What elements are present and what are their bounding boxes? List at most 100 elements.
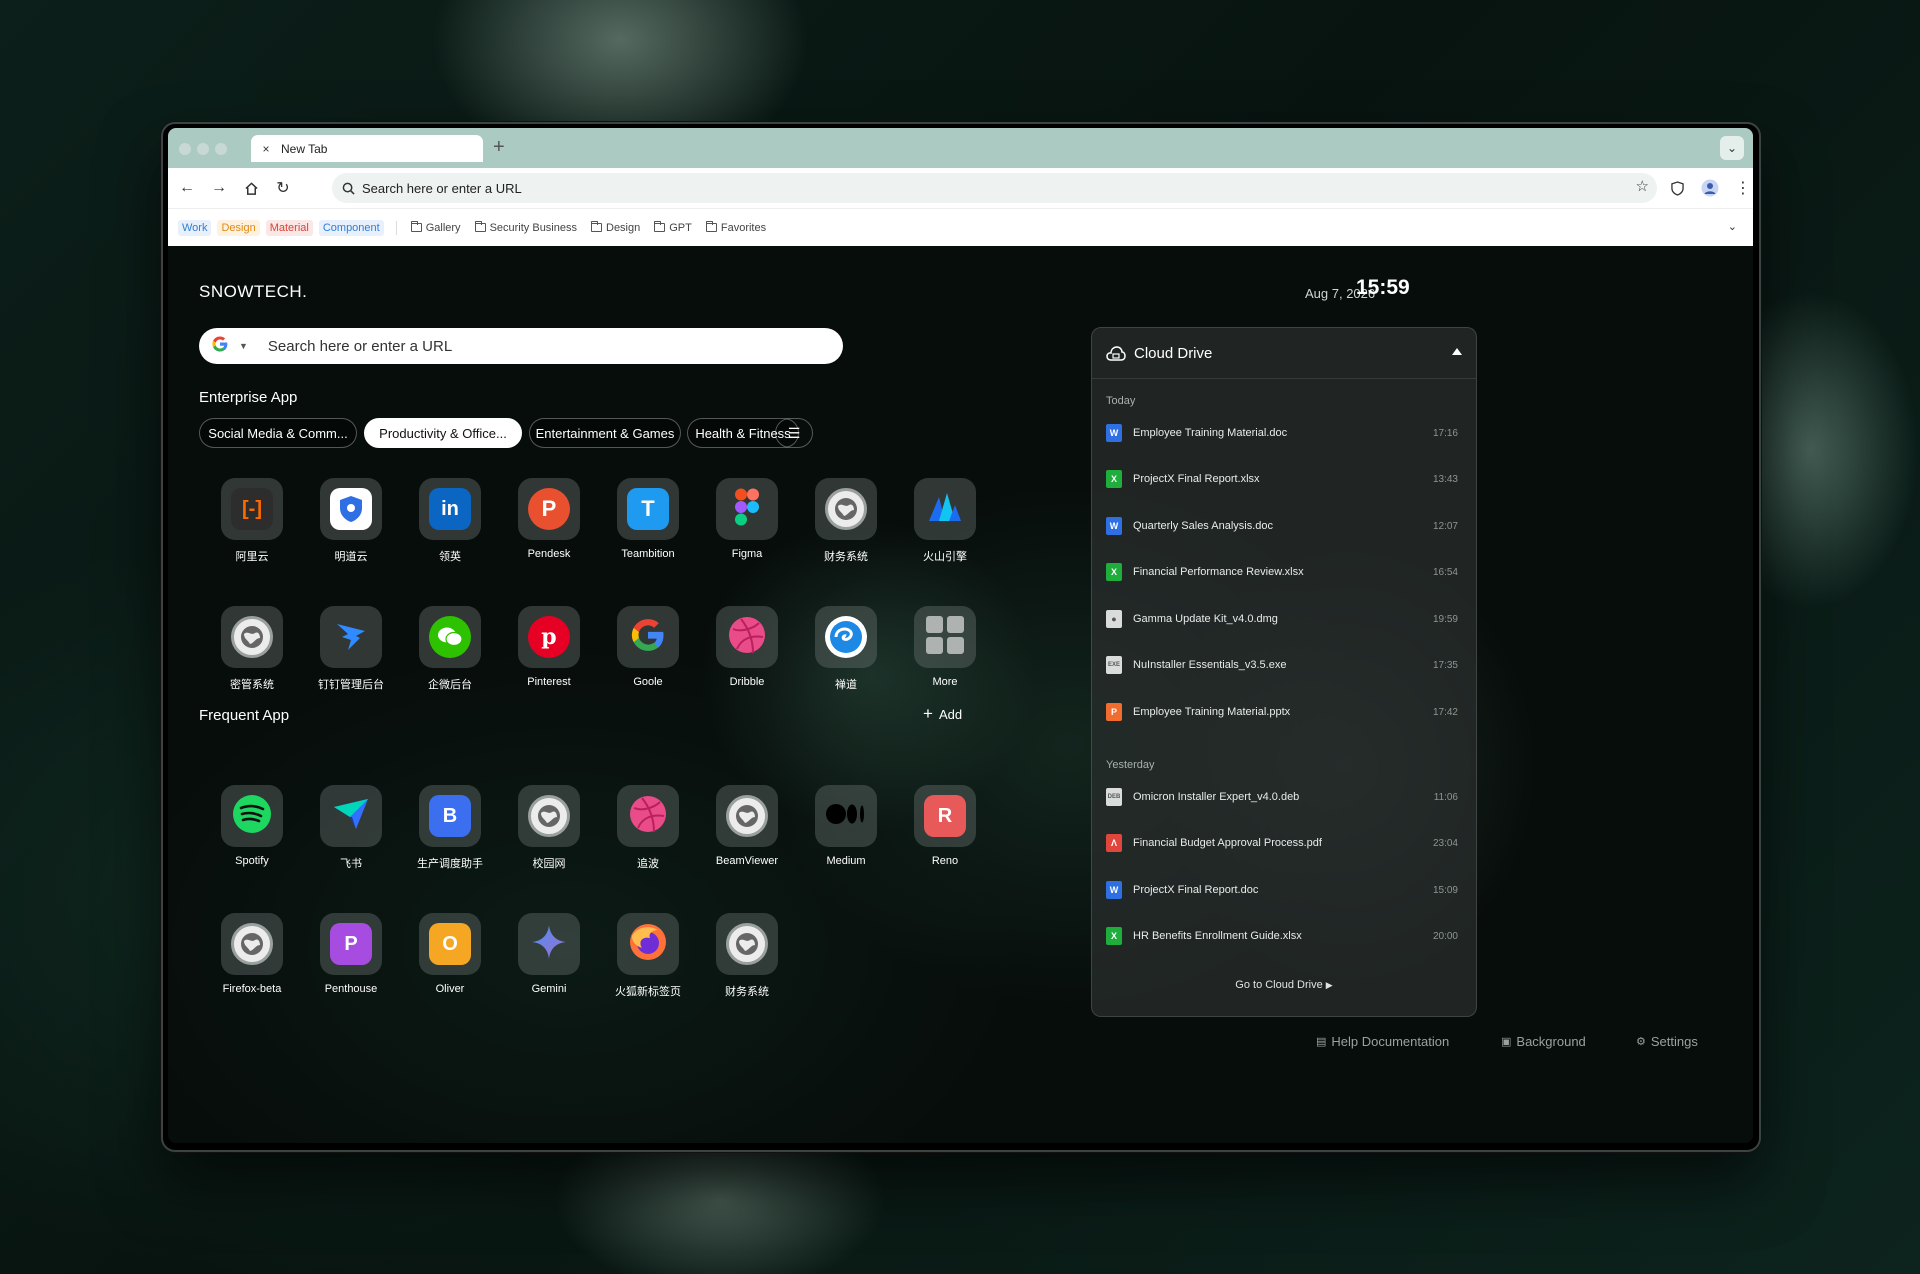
- app-aliyun[interactable]: [-] 阿里云: [203, 478, 301, 564]
- category-tab-entertainment[interactable]: Entertainment & Games: [529, 418, 681, 448]
- app-volcengine[interactable]: 火山引擎: [896, 478, 994, 564]
- file-row[interactable]: DEB Omicron Installer Expert_v4.0.deb 11:0…: [1106, 786, 1464, 808]
- add-app-button[interactable]: + Add: [923, 704, 962, 724]
- close-window-button[interactable]: [179, 143, 191, 155]
- dingtalk-icon: [334, 618, 368, 657]
- back-arrow-icon[interactable]: ←: [174, 175, 200, 201]
- bookmark-star-icon[interactable]: ☆: [1636, 177, 1649, 195]
- file-row[interactable]: P Employee Training Material.pptx 17:42: [1106, 701, 1464, 723]
- bookmark-chip-material[interactable]: Material: [265, 219, 313, 236]
- bookmark-folder-design[interactable]: Design: [591, 221, 640, 234]
- tab-close-icon[interactable]: ×: [260, 142, 272, 156]
- app-finance-system-2[interactable]: 财务系统: [698, 913, 796, 999]
- app-label: 飞书: [340, 858, 362, 870]
- help-documentation-link[interactable]: ▤ Help Documentation: [1316, 1034, 1449, 1049]
- medium-icon: [826, 803, 866, 830]
- add-label: Add: [938, 706, 963, 722]
- app-oliver[interactable]: O Oliver: [401, 913, 499, 999]
- bookmark-folder-gallery[interactable]: Gallery: [410, 221, 461, 234]
- menu-kebab-icon[interactable]: ⋮: [1730, 175, 1753, 201]
- category-tab-productivity[interactable]: Productivity & Office...: [364, 418, 522, 448]
- new-tab-button[interactable]: +: [493, 133, 505, 161]
- app-medium[interactable]: Medium: [797, 785, 895, 871]
- bookmarks-chevron-down-icon[interactable]: ⌄: [1728, 220, 1737, 233]
- app-teambition[interactable]: T Teambition: [599, 478, 697, 564]
- deb-file-icon: DEB: [1106, 788, 1122, 806]
- gemini-icon: [531, 924, 567, 965]
- settings-link[interactable]: ⚙ Settings: [1636, 1034, 1698, 1049]
- bookmark-folder-security-business[interactable]: Security Business: [474, 221, 577, 234]
- app-penthouse[interactable]: P Penthouse: [302, 913, 400, 999]
- file-time: 11:06: [1433, 791, 1458, 803]
- profile-avatar-icon[interactable]: [1697, 175, 1723, 201]
- app-wecom[interactable]: 企微后台: [401, 606, 499, 692]
- app-mingdao[interactable]: 明道云: [302, 478, 400, 564]
- app-more[interactable]: More: [896, 606, 994, 692]
- tab-list-chevron-icon[interactable]: ⌄: [1720, 136, 1744, 160]
- reload-icon[interactable]: ↻: [270, 175, 296, 201]
- app-label: Teambition: [621, 548, 675, 560]
- app-finance-system[interactable]: 财务系统: [797, 478, 895, 564]
- app-spotify[interactable]: Spotify: [203, 785, 301, 871]
- app-dribbble[interactable]: Dribble: [698, 606, 796, 692]
- app-reno[interactable]: R Reno: [896, 785, 994, 871]
- tab-title: New Tab: [281, 141, 328, 156]
- bookmark-folder-gpt[interactable]: GPT: [654, 221, 692, 234]
- firefox-icon: [628, 922, 668, 967]
- forward-arrow-icon[interactable]: →: [206, 175, 232, 201]
- app-dingtalk[interactable]: 钉钉管理后台: [302, 606, 400, 692]
- app-feishu[interactable]: 飞书: [302, 785, 400, 871]
- current-time: 15:59: [1356, 276, 1410, 299]
- category-menu-icon[interactable]: ☰: [775, 418, 813, 448]
- collapse-triangle-icon[interactable]: [1452, 348, 1462, 355]
- app-password-system[interactable]: 密管系统: [203, 606, 301, 692]
- file-row[interactable]: W Quarterly Sales Analysis.doc 12:07: [1106, 515, 1464, 537]
- app-pendesk[interactable]: P Pendesk: [500, 478, 598, 564]
- app-scheduler[interactable]: B 生产调度助手: [401, 785, 499, 871]
- file-row[interactable]: EXE NuInstaller Essentials_v3.5.exe 17:35: [1106, 654, 1464, 676]
- file-row[interactable]: W ProjectX Final Report.doc 15:09: [1106, 879, 1464, 901]
- search-box[interactable]: ▼ Search here or enter a URL: [199, 328, 843, 364]
- app-zentao[interactable]: 禅道: [797, 606, 895, 692]
- app-beamviewer[interactable]: BeamViewer: [698, 785, 796, 871]
- file-row[interactable]: X ProjectX Final Report.xlsx 13:43: [1106, 468, 1464, 490]
- app-label: 钉钉管理后台: [318, 679, 384, 691]
- app-figma[interactable]: Figma: [698, 478, 796, 564]
- file-row[interactable]: Λ Financial Budget Approval Process.pdf 23…: [1106, 832, 1464, 854]
- app-firefox-beta[interactable]: Firefox-beta: [203, 913, 301, 999]
- home-icon[interactable]: [238, 175, 264, 201]
- firefox-beta-icon: [231, 923, 273, 965]
- app-linkedin[interactable]: in 领英: [401, 478, 499, 564]
- file-row[interactable]: X Financial Performance Review.xlsx 16:54: [1106, 561, 1464, 583]
- app-google[interactable]: Goole: [599, 606, 697, 692]
- engine-caret-icon[interactable]: ▼: [239, 341, 248, 351]
- file-row[interactable]: ● Gamma Update Kit_v4.0.dmg 19:59: [1106, 608, 1464, 630]
- minimize-window-button[interactable]: [197, 143, 209, 155]
- maximize-window-button[interactable]: [215, 143, 227, 155]
- bookmark-chip-work[interactable]: Work: [178, 219, 212, 236]
- app-firefox-newtab[interactable]: 火狐新标签页: [599, 913, 697, 999]
- tab-new-tab[interactable]: × New Tab: [251, 135, 483, 162]
- app-zhuibo[interactable]: 追波: [599, 785, 697, 871]
- go-to-cloud-drive-link[interactable]: Go to Cloud Drive ▶: [1092, 979, 1476, 991]
- app-pinterest[interactable]: p Pinterest: [500, 606, 598, 692]
- address-bar[interactable]: Search here or enter a URL ☆: [332, 173, 1657, 203]
- cloud-drive-header[interactable]: Cloud Drive: [1092, 328, 1476, 379]
- file-row[interactable]: X HR Benefits Enrollment Guide.xlsx 20:00: [1106, 925, 1464, 947]
- google-engine-icon[interactable]: [211, 335, 229, 358]
- dmg-file-icon: ●: [1106, 610, 1122, 628]
- background-link[interactable]: ▣ Background: [1501, 1034, 1586, 1049]
- volcengine-icon: [927, 491, 963, 528]
- finance-system-icon: [726, 923, 768, 965]
- file-row[interactable]: W Employee Training Material.doc 17:16: [1106, 422, 1464, 444]
- category-tab-social-media[interactable]: Social Media & Comm...: [199, 418, 357, 448]
- bookmark-chip-design[interactable]: Design: [217, 219, 260, 236]
- app-campus-net[interactable]: 校园网: [500, 785, 598, 871]
- shield-icon[interactable]: [1664, 175, 1690, 201]
- bookmark-folder-favorites[interactable]: Favorites: [705, 221, 766, 234]
- app-gemini[interactable]: Gemini: [500, 913, 598, 999]
- file-time: 17:42: [1432, 706, 1458, 718]
- bookmark-chip-component[interactable]: Component: [318, 219, 384, 236]
- google-icon: [629, 616, 667, 659]
- app-label: Pendesk: [527, 548, 571, 560]
